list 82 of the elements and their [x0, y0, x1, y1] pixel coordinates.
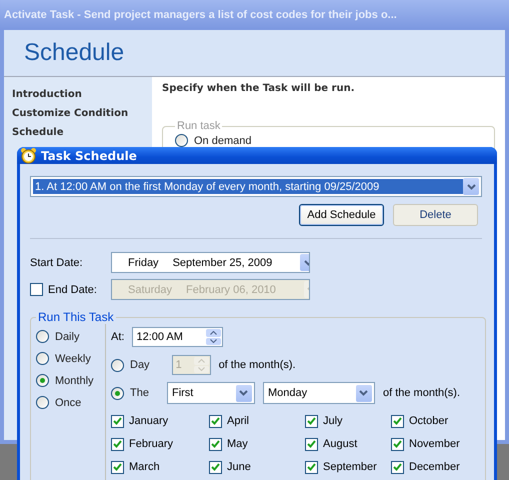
radio-button[interactable] [111, 386, 124, 400]
page-heading: Schedule [24, 39, 124, 67]
caret-down-icon [210, 339, 218, 344]
date-picker[interactable]: Friday September 25, 2009 [111, 252, 310, 273]
checkmark-icon [211, 463, 220, 471]
checkmark-icon [113, 463, 122, 471]
field-label: At: [111, 331, 124, 343]
checkmark-icon [307, 417, 316, 425]
caret-up-icon [210, 330, 218, 335]
group-label: Run This Task [37, 310, 115, 324]
checkbox[interactable] [391, 460, 404, 474]
checkbox[interactable] [111, 414, 124, 428]
field-label: of the month(s). [218, 359, 296, 371]
checkbox-label: January [129, 415, 168, 427]
dialog-title: Task Schedule [41, 148, 137, 162]
radio-label: Monthly [55, 374, 94, 386]
checkbox-label: August [323, 438, 358, 450]
checkbox-label: June [227, 461, 251, 473]
sidebar-item[interactable]: Schedule [12, 123, 152, 142]
radio-button[interactable] [175, 134, 188, 147]
checkmark-icon [211, 417, 220, 425]
caret-down-icon [198, 367, 205, 372]
radio-button[interactable] [111, 358, 124, 372]
sidebar-item[interactable]: Introduction [12, 85, 152, 104]
checkbox-label: July [323, 415, 343, 427]
sidebar-item[interactable]: Customize Condition [12, 104, 152, 123]
radio-button[interactable] [36, 374, 49, 387]
checkbox-label: March [129, 461, 160, 473]
checkbox-label: October [409, 415, 448, 427]
radio-button[interactable] [36, 330, 49, 343]
checkmark-icon [393, 463, 402, 471]
checkmark-icon [307, 440, 316, 448]
radio-label: On demand [194, 134, 252, 146]
checkbox[interactable] [305, 438, 318, 450]
instruction-text: Specify when the Task will be run. [162, 83, 356, 94]
schedule-dropdown[interactable]: 1. At 12:00 AM on the first Monday of every month, starting 09/25/2009 [30, 176, 482, 197]
field-label: Start Date: [30, 256, 83, 268]
checkmark-icon [393, 417, 402, 425]
checkbox-label: December [409, 461, 460, 473]
checkmark-icon [113, 417, 122, 425]
checkbox[interactable] [391, 438, 404, 450]
radio-button[interactable] [36, 396, 49, 409]
checkbox[interactable] [209, 460, 222, 474]
delete-button[interactable]: Delete [393, 204, 478, 226]
checkbox[interactable] [391, 414, 404, 428]
checkbox[interactable] [111, 438, 124, 450]
field-label: of the month(s). [382, 387, 460, 399]
checkmark-icon [307, 463, 316, 471]
checkmark-icon [211, 440, 220, 448]
checkbox[interactable] [30, 283, 43, 296]
radio-label: Day [130, 359, 150, 371]
checkbox-label: May [227, 438, 248, 450]
radio-label: Weekly [55, 352, 91, 364]
radio-label: Once [55, 396, 82, 408]
spin-up-button[interactable] [206, 329, 222, 336]
checkbox[interactable] [305, 460, 318, 474]
group-label: Run task [176, 120, 222, 132]
radio-label: The [130, 387, 149, 399]
checkbox-label: September [323, 461, 377, 473]
checkmark-icon [113, 440, 122, 448]
chevron-down-icon [466, 184, 476, 190]
window-title: Activate Task - Send project managers a list of cost codes for their jobs o... [0, 0, 509, 30]
weekday-dropdown[interactable]: Monday [262, 382, 375, 404]
radio-label: Daily [55, 330, 80, 342]
checkmark-icon [393, 440, 402, 448]
radio-button[interactable] [36, 352, 49, 365]
checkbox[interactable] [305, 414, 318, 428]
checkbox-label: April [227, 415, 250, 427]
field-label: End Date: [48, 284, 97, 296]
alarm-clock-icon [20, 147, 37, 164]
caret-up-icon [198, 358, 205, 363]
chevron-down-icon [239, 390, 248, 396]
chevron-down-icon [359, 390, 368, 396]
checkbox[interactable] [209, 438, 222, 450]
checkbox[interactable] [209, 414, 222, 428]
time-spinner[interactable]: 12:00 AM [132, 327, 224, 347]
add-schedule-button[interactable]: Add Schedule [299, 204, 384, 226]
checkbox-label: November [409, 438, 460, 450]
ordinal-dropdown[interactable]: First [166, 382, 255, 404]
checkbox-label: February [129, 438, 174, 450]
spin-down-button[interactable] [206, 338, 222, 345]
checkbox[interactable] [111, 460, 124, 474]
